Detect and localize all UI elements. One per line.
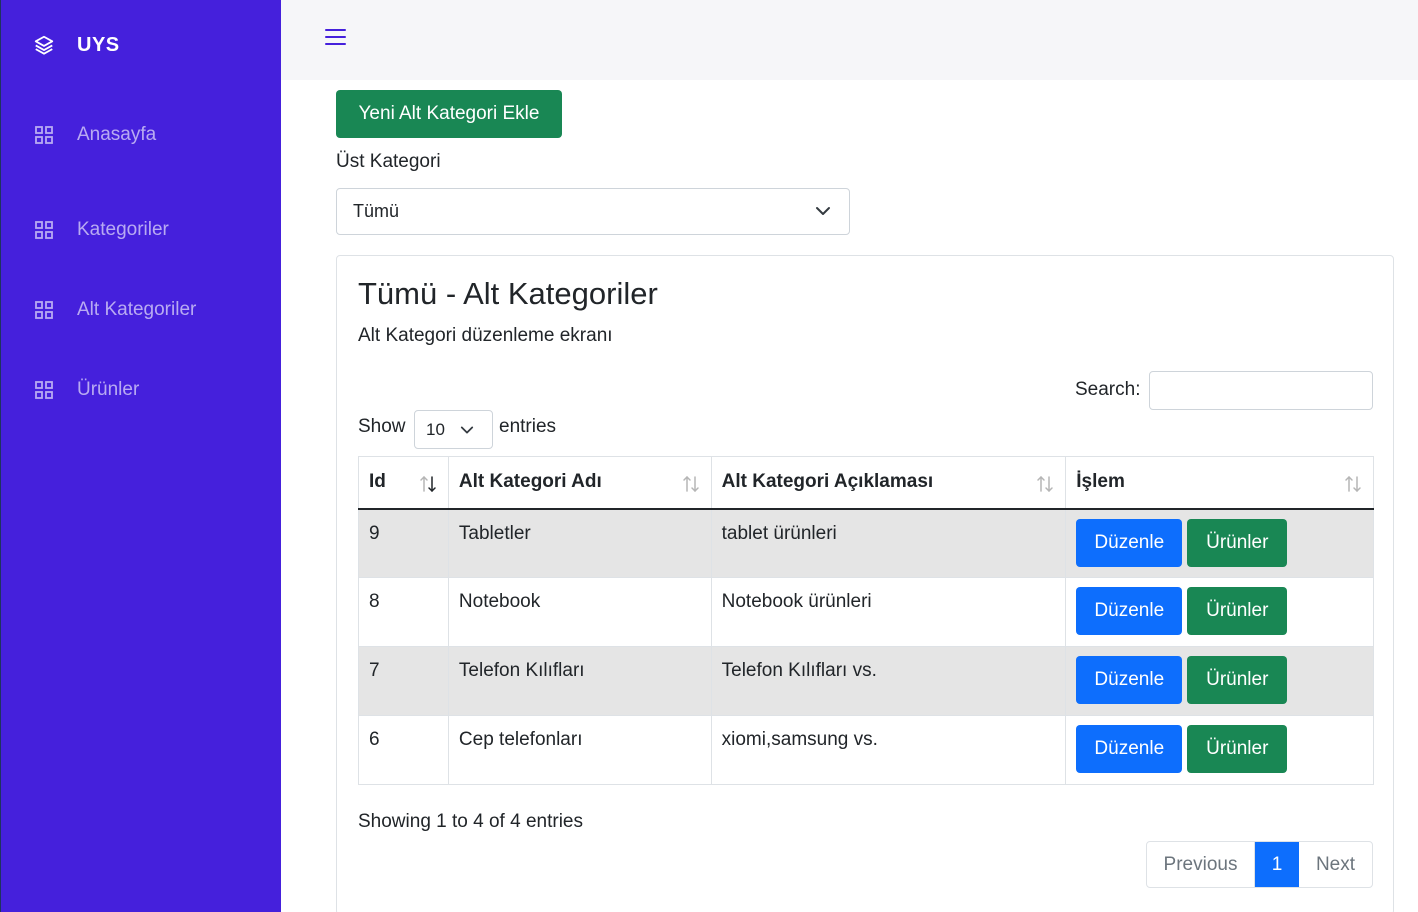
search-input[interactable] [1149,371,1373,410]
top-bar [281,0,1418,80]
grid-icon [35,126,53,144]
cell-actions: Düzenle Ürünler [1065,715,1374,785]
sort-desc-icon [420,475,436,493]
sort-icon [682,475,699,493]
cell-actions: Düzenle Ürünler [1065,508,1374,578]
cell-id: 8 [358,577,449,647]
sidebar-item-label: Kategoriler [77,219,169,240]
sidebar: UYS Anasayfa Kategoriler Alt Kategoriler… [0,0,281,912]
cell-description: Telefon Kılıfları vs. [710,646,1067,716]
grid-icon [35,381,53,399]
layers-icon [34,35,54,55]
entries-label: entries [499,416,557,437]
column-header-label: Alt Kategori Adı [458,471,602,492]
column-header-name[interactable]: Alt Kategori Adı [447,456,712,510]
column-header-id[interactable]: Id [358,456,449,510]
cell-name: Telefon Kılıfları [447,646,712,716]
column-header-description[interactable]: Alt Kategori Açıklaması [710,456,1067,510]
cell-actions: Düzenle Ürünler [1065,577,1374,647]
sidebar-item-urunler[interactable]: Ürünler [1,350,282,430]
next-page-button[interactable]: Next [1299,842,1372,887]
edit-button[interactable]: Düzenle [1076,725,1183,773]
table-row: 9 Tabletler tablet ürünleri Düzenle Ürünl… [358,508,1374,578]
page-length-select[interactable]: 10 [414,410,493,449]
table-row: 6 Cep telefonları xiomi,samsung vs. Düze… [358,715,1374,785]
table-header-row: Id Alt Kategori Adı Alt Kategori Açıklam… [358,456,1374,510]
page-1-button[interactable]: 1 [1255,842,1299,887]
cell-description: Notebook ürünleri [710,577,1067,647]
parent-category-select[interactable]: Tümü [336,188,850,235]
cell-description: tablet ürünleri [710,508,1067,578]
page-length-value: 10 [426,419,445,439]
products-button[interactable]: Ürünler [1187,725,1288,773]
pagination: Previous 1 Next [1146,841,1373,888]
sort-icon [1345,475,1361,493]
products-button[interactable]: Ürünler [1187,656,1288,704]
grid-icon [35,221,53,239]
previous-page-button[interactable]: Previous [1147,842,1255,887]
edit-button[interactable]: Düzenle [1076,656,1183,704]
sidebar-item-label: Ürünler [77,379,140,400]
search-label: Search: [1075,379,1141,400]
cell-id: 9 [358,508,449,578]
column-header-label: Id [369,471,386,492]
column-header-label: Alt Kategori Açıklaması [721,471,934,492]
show-label: Show [358,416,406,437]
sidebar-item-alt-kategoriler[interactable]: Alt Kategoriler [1,270,282,350]
subcategory-table: Id Alt Kategori Adı Alt Kategori Açıklam… [358,456,1374,785]
chevron-down-icon [460,426,474,434]
cell-actions: Düzenle Ürünler [1065,646,1374,716]
chevron-down-icon [816,207,830,215]
sidebar-item-label: Alt Kategoriler [77,299,197,320]
table-row: 8 Notebook Notebook ürünleri Düzenle Ürün… [358,577,1374,647]
parent-category-label: Üst Kategori [336,151,441,172]
grid-icon [35,301,53,319]
parent-category-selected: Tümü [353,201,400,221]
edit-button[interactable]: Düzenle [1076,587,1183,635]
sidebar-item-anasayfa[interactable]: Anasayfa [1,110,282,160]
subcategory-card: Tümü - Alt Kategoriler Alt Kategori düze… [336,255,1394,912]
menu-toggle-icon[interactable] [325,26,347,46]
cell-id: 6 [358,715,449,785]
cell-name: Tabletler [447,508,712,578]
add-subcategory-button[interactable]: Yeni Alt Kategori Ekle [336,90,562,138]
edit-button[interactable]: Düzenle [1076,518,1183,567]
products-button[interactable]: Ürünler [1187,587,1288,635]
cell-id: 7 [358,646,449,716]
sidebar-item-kategoriler[interactable]: Kategoriler [1,190,282,270]
sidebar-item-label: Anasayfa [77,124,157,145]
sort-icon [1037,475,1054,493]
table-info: Showing 1 to 4 of 4 entries [358,811,583,832]
brand[interactable]: UYS [33,30,120,60]
cell-description: xiomi,samsung vs. [710,715,1067,785]
cell-name: Notebook [447,577,712,647]
products-button[interactable]: Ürünler [1187,518,1288,567]
column-header-actions[interactable]: İşlem [1065,456,1374,510]
main-content: Yeni Alt Kategori Ekle Üst Kategori Tümü… [281,80,1418,912]
brand-name: UYS [77,33,120,56]
sidebar-nav: Anasayfa Kategoriler Alt Kategoriler Ürü… [1,110,282,430]
column-header-label: İşlem [1076,471,1125,492]
card-subtitle: Alt Kategori düzenleme ekranı [358,325,613,346]
table-row: 7 Telefon Kılıfları Telefon Kılıfları vs… [358,646,1374,716]
card-title: Tümü - Alt Kategoriler [358,276,658,311]
cell-name: Cep telefonları [447,715,712,785]
